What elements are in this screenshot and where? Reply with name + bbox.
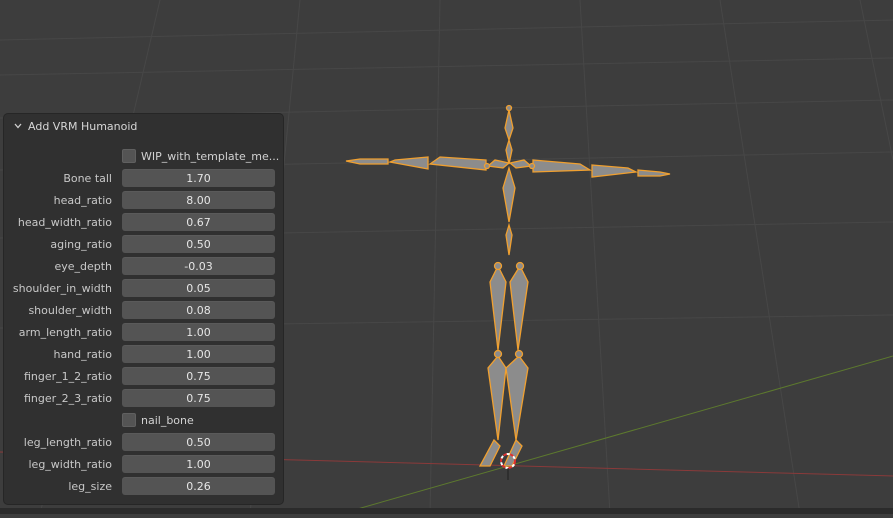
property-row[interactable]: finger_1_2_ratio 0.75 xyxy=(4,366,283,386)
eye-depth-field[interactable]: -0.03 xyxy=(122,257,275,275)
property-row[interactable]: arm_length_ratio 1.00 xyxy=(4,322,283,342)
redo-last-operation-panel[interactable]: Add VRM Humanoid WIP_with_template_me...… xyxy=(4,114,283,504)
nail-bone-row[interactable]: nail_bone xyxy=(4,410,283,430)
bone-right-lower-leg xyxy=(505,355,529,441)
property-row[interactable]: head_ratio 8.00 xyxy=(4,190,283,210)
wip-template-checkbox-box[interactable] xyxy=(122,149,136,163)
bone-tall-field[interactable]: 1.70 xyxy=(122,169,275,187)
leg-length-ratio-field[interactable]: 0.50 xyxy=(122,433,275,451)
property-row[interactable]: shoulder_width 0.08 xyxy=(4,300,283,320)
panel-title: Add VRM Humanoid xyxy=(28,119,138,133)
property-row[interactable]: finger_2_3_ratio 0.75 xyxy=(4,388,283,408)
property-row[interactable]: aging_ratio 0.50 xyxy=(4,234,283,254)
bone-left-upper-arm xyxy=(428,156,487,171)
bone-right-upper-arm xyxy=(532,159,593,173)
bone-joint-left-shoulder xyxy=(483,162,491,170)
property-row[interactable]: leg_width_ratio 1.00 xyxy=(4,454,283,474)
hand-ratio-field[interactable]: 1.00 xyxy=(122,345,275,363)
property-row[interactable]: eye_depth -0.03 xyxy=(4,256,283,276)
property-row[interactable]: leg_length_ratio 0.50 xyxy=(4,432,283,452)
arm-length-ratio-field[interactable]: 1.00 xyxy=(122,323,275,341)
bone-joint-right-knee xyxy=(514,349,524,359)
bone-left-lower-arm xyxy=(387,156,429,170)
property-label: hand_ratio xyxy=(53,347,112,361)
viewport-bottom-edge xyxy=(0,508,893,514)
property-label: shoulder_in_width xyxy=(12,281,112,295)
head-width-ratio-field[interactable]: 0.67 xyxy=(122,213,275,231)
aging-ratio-field[interactable]: 0.50 xyxy=(122,235,275,253)
property-label: arm_length_ratio xyxy=(18,325,112,339)
bone-left-shoulder xyxy=(486,159,511,169)
finger-2-3-ratio-field[interactable]: 0.75 xyxy=(122,389,275,407)
bone-joint-left-hip xyxy=(493,261,503,271)
property-label: leg_length_ratio xyxy=(23,435,112,449)
property-label: leg_size xyxy=(68,479,112,493)
bone-right-foot xyxy=(502,438,523,467)
nail-bone-checkbox[interactable]: nail_bone xyxy=(122,413,194,427)
shoulder-in-width-field[interactable]: 0.05 xyxy=(122,279,275,297)
property-label: Bone tall xyxy=(63,171,112,185)
property-row[interactable]: leg_size 0.26 xyxy=(4,476,283,496)
chevron-down-icon[interactable] xyxy=(12,120,24,132)
leg-size-field[interactable]: 0.26 xyxy=(122,477,275,495)
property-label: head_ratio xyxy=(53,193,112,207)
leg-width-ratio-field[interactable]: 1.00 xyxy=(122,455,275,473)
bone-head xyxy=(504,109,514,143)
bone-right-upper-leg xyxy=(509,264,529,351)
nail-bone-label: nail_bone xyxy=(141,413,194,427)
bone-joint-left-knee xyxy=(493,349,503,359)
bone-left-upper-leg xyxy=(489,264,507,351)
bone-right-lower-arm xyxy=(591,164,639,178)
wip-template-label: WIP_with_template_me... xyxy=(141,149,280,163)
y-axis-line xyxy=(339,355,893,515)
bone-left-lower-leg xyxy=(487,354,507,441)
shoulder-width-field[interactable]: 0.08 xyxy=(122,301,275,319)
wip-template-checkbox[interactable]: WIP_with_template_me... xyxy=(122,149,279,163)
bone-joint-head-top xyxy=(505,104,513,112)
panel-header[interactable]: Add VRM Humanoid xyxy=(4,114,283,138)
property-row[interactable]: head_width_ratio 0.67 xyxy=(4,212,283,232)
property-label: aging_ratio xyxy=(50,237,112,251)
property-row[interactable]: Bone tall 1.70 xyxy=(4,168,283,188)
property-label: leg_width_ratio xyxy=(28,457,113,471)
head-ratio-field[interactable]: 8.00 xyxy=(122,191,275,209)
bone-right-hand xyxy=(637,169,671,177)
armature-skeleton[interactable] xyxy=(345,104,671,467)
property-label: head_width_ratio xyxy=(17,215,112,229)
finger-1-2-ratio-field[interactable]: 0.75 xyxy=(122,367,275,385)
bone-neck xyxy=(505,137,513,165)
bone-right-shoulder xyxy=(508,159,533,169)
property-label: finger_1_2_ratio xyxy=(23,369,112,383)
bone-joint-right-hip xyxy=(515,261,525,271)
property-row[interactable]: shoulder_in_width 0.05 xyxy=(4,278,283,298)
nail-bone-checkbox-box[interactable] xyxy=(122,413,136,427)
property-label: shoulder_width xyxy=(28,303,112,317)
property-row[interactable]: hand_ratio 1.00 xyxy=(4,344,283,364)
wip-template-row[interactable]: WIP_with_template_me... xyxy=(4,146,283,166)
bone-left-foot xyxy=(478,438,501,467)
property-label: finger_2_3_ratio xyxy=(23,391,112,405)
bone-joint-right-shoulder xyxy=(528,162,536,170)
bone-spine xyxy=(502,165,516,223)
property-label: eye_depth xyxy=(54,259,112,273)
bone-hips xyxy=(505,222,513,256)
